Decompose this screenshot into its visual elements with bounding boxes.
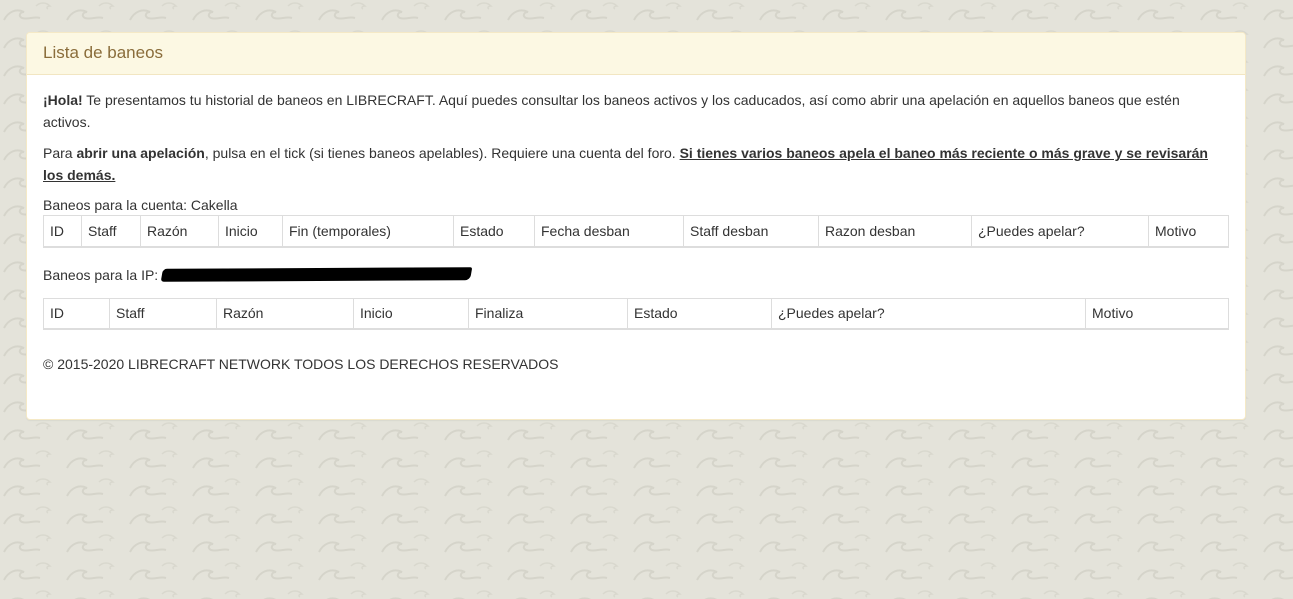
- ip-bans-label-row: Baneos para la IP:: [43, 265, 1229, 285]
- account-bans-column-header: Staff desban: [683, 215, 819, 248]
- panel-heading: Lista de baneos: [27, 33, 1245, 75]
- ip-bans-column-header: ¿Puedes apelar?: [771, 297, 1086, 330]
- ip-bans-column-header: Finaliza: [468, 297, 628, 330]
- account-bans-column-header: ID: [43, 215, 82, 248]
- ip-bans-column-header: Razón: [216, 297, 354, 330]
- account-bans-label: Baneos para la cuenta: Cakella: [43, 197, 238, 213]
- account-bans-column-header: Estado: [453, 215, 535, 248]
- appeal-middle: , pulsa en el tick (si tienes baneos ape…: [204, 145, 680, 161]
- account-bans-header-row: ID Staff Razón Inicio Fin (temporales) Estado…: [43, 215, 1229, 248]
- account-bans-column-header: Fecha desban: [534, 215, 684, 248]
- ip-bans-column-header: Staff: [109, 297, 217, 330]
- ip-bans-column-header: Estado: [627, 297, 772, 330]
- account-bans-column-header: Razon desban: [818, 215, 972, 248]
- intro-text: Te presentamos tu historial de baneos en…: [43, 92, 1180, 130]
- ban-list-panel: Lista de baneos ¡Hola! Te presentamos tu…: [26, 32, 1246, 420]
- account-bans-column-header: ¿Puedes apelar?: [971, 215, 1149, 248]
- ip-bans-column-header: Inicio: [353, 297, 469, 330]
- panel-body: ¡Hola! Te presentamos tu historial de ba…: [27, 75, 1245, 374]
- appeal-prefix: Para: [43, 145, 77, 161]
- account-bans-table: ID Staff Razón Inicio Fin (temporales) Estado…: [43, 215, 1229, 248]
- account-bans-column-header: Staff: [81, 215, 141, 248]
- account-bans-column-header: Motivo: [1148, 215, 1229, 248]
- account-bans-column-header: Inicio: [218, 215, 283, 248]
- ip-bans-column-header: ID: [43, 297, 110, 330]
- appeal-bold: abrir una apelación: [76, 145, 205, 161]
- ip-bans-header-row: ID Staff Razón Inicio Finaliza Estado ¿Puedes …: [43, 297, 1229, 330]
- ip-bans-column-header: Motivo: [1085, 297, 1229, 330]
- panel-title: Lista de baneos: [43, 43, 164, 62]
- account-bans-column-header: Razón: [140, 215, 219, 248]
- intro-paragraph: ¡Hola! Te presentamos tu historial de ba…: [43, 89, 1229, 133]
- account-bans-column-header: Fin (temporales): [282, 215, 454, 248]
- appeal-paragraph: Para abrir una apelación, pulsa en el ti…: [43, 142, 1229, 186]
- ip-bans-table: ID Staff Razón Inicio Finaliza Estado ¿Puedes …: [43, 297, 1229, 330]
- copyright-footer: © 2015-2020 LIBRECRAFT NETWORK TODOS LOS…: [43, 356, 559, 372]
- redacted-ip: [160, 267, 473, 282]
- ip-bans-label: Baneos para la IP:: [43, 266, 159, 283]
- intro-greeting: ¡Hola!: [43, 92, 83, 108]
